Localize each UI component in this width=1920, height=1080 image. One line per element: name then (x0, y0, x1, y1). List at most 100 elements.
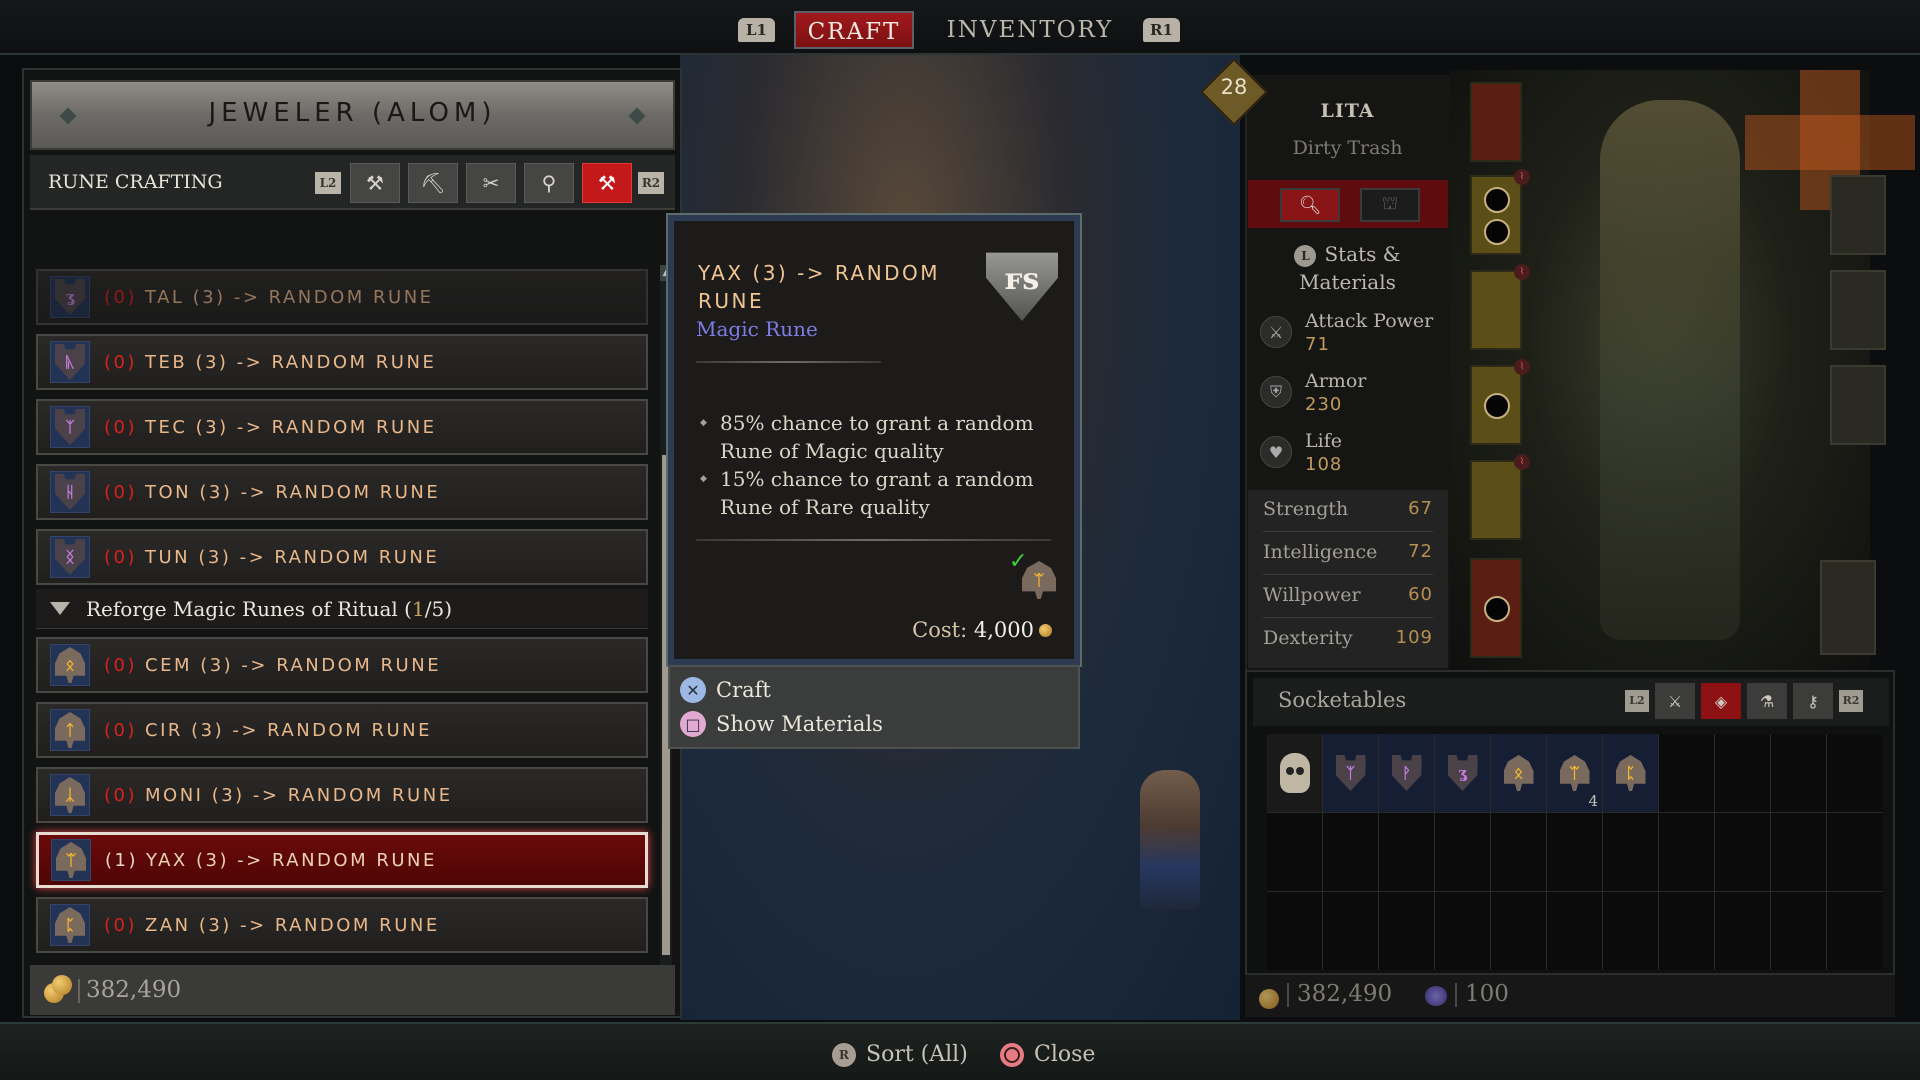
stat-name: Attack Power (1305, 310, 1434, 332)
player-character-in-world (1140, 770, 1200, 910)
stat-value: 108 (1305, 454, 1343, 475)
empty-cell[interactable] (1603, 892, 1658, 970)
ring-slot-2[interactable] (1830, 365, 1886, 445)
recipe-row-yax[interactable]: ᛠ (1) YAX (3) -> RANDOM RUNE (36, 832, 648, 888)
empty-cell[interactable] (1379, 813, 1434, 891)
empty-cell[interactable] (1827, 892, 1882, 970)
sort-action[interactable]: R Sort (All) (832, 1042, 968, 1067)
character-level: 28 (1220, 75, 1248, 99)
rune-icon: ᛉ (50, 406, 90, 448)
offhand-slot[interactable] (1820, 560, 1876, 655)
amulet-slot[interactable] (1830, 175, 1886, 255)
empty-cell[interactable] (1267, 892, 1322, 970)
potions-icon[interactable]: ⚗ (1747, 683, 1787, 719)
empty-cell[interactable] (1659, 734, 1714, 812)
recipe-row-tun[interactable]: ᛝ (0) TUN (3) -> RANDOM RUNE (36, 529, 648, 585)
crafting-panel: JEWELER (ALOM) RUNE CRAFTING L2 ⚒ ⛏ ✂ ⚲ … (22, 68, 682, 1018)
recipe-row-cir[interactable]: ᛏ (0) CIR (3) -> RANDOM RUNE (36, 702, 648, 758)
empty-cell[interactable] (1659, 892, 1714, 970)
door-icon[interactable]: ⛫ (1360, 188, 1420, 222)
rune-hammer-icon[interactable]: ⚒ (582, 163, 632, 203)
collapse-triangle-icon[interactable] (50, 602, 70, 615)
ritual-rune-icon: ᛈ (55, 907, 85, 943)
boots-slot[interactable]: ⌇ (1470, 454, 1530, 540)
empty-cell[interactable] (1715, 892, 1770, 970)
l1-button-hint[interactable]: L1 (738, 18, 775, 42)
gold-coin-icon (52, 975, 72, 995)
recipe-name: YAX (3) -> RANDOM RUNE (146, 849, 437, 871)
stat-value: 71 (1305, 334, 1330, 355)
tab-inventory[interactable]: INVENTORY (940, 11, 1120, 49)
skull-tongs-icon[interactable]: ✂ (466, 163, 516, 203)
attr-name: Willpower (1263, 584, 1361, 606)
empty-cell[interactable] (1323, 813, 1378, 891)
show-materials-action[interactable]: □ Show Materials (680, 711, 883, 737)
craft-action[interactable]: ✕ Craft (680, 677, 771, 703)
socketable-magic-rune[interactable]: ʓ (1435, 734, 1490, 812)
gold-coin-icon (1259, 989, 1279, 1009)
empty-cell[interactable] (1827, 734, 1882, 812)
r1-button-hint[interactable]: R1 (1143, 18, 1180, 42)
recipe-row-ton[interactable]: ᚺ (0) TON (3) -> RANDOM RUNE (36, 464, 648, 520)
empty-cell[interactable] (1771, 892, 1826, 970)
attr-value: 72 (1408, 541, 1433, 562)
empty-cell[interactable] (1323, 892, 1378, 970)
empty-cell[interactable] (1267, 813, 1322, 891)
empty-cell[interactable] (1547, 892, 1602, 970)
socketable-ritual-rune[interactable]: ᛈ (1603, 734, 1658, 812)
empty-cell[interactable] (1491, 892, 1546, 970)
empty-cell[interactable] (1659, 813, 1714, 891)
recipe-row-tec[interactable]: ᛉ (0) TEC (3) -> RANDOM RUNE (36, 399, 648, 455)
socketable-magic-rune[interactable]: ᚹ (1379, 734, 1434, 812)
empty-cell[interactable] (1715, 813, 1770, 891)
pants-slot[interactable]: ⌇ (1470, 359, 1530, 445)
ritual-rune-icon: ᛟ (55, 647, 85, 683)
l2-button-hint[interactable]: L2 (1625, 690, 1649, 712)
gloves-slot[interactable]: ⌇ (1470, 264, 1530, 350)
l2-button-hint[interactable]: L2 (315, 172, 341, 194)
recipe-row-moni[interactable]: ᛣ (0) MONI (3) -> RANDOM RUNE (36, 767, 648, 823)
empty-cell[interactable] (1715, 734, 1770, 812)
helm-slot[interactable] (1470, 82, 1522, 162)
ring-slot-1[interactable] (1830, 270, 1886, 350)
empty-cell[interactable] (1435, 892, 1490, 970)
tab-craft[interactable]: CRAFT (794, 11, 914, 49)
recipe-group-header[interactable]: Reforge Magic Runes of Ritual (1/5) (36, 589, 648, 629)
close-action[interactable]: Close (1000, 1042, 1095, 1067)
ring-plus-icon[interactable]: ⚲ (524, 163, 574, 203)
empty-cell[interactable] (1547, 813, 1602, 891)
weapon-slot[interactable] (1470, 558, 1522, 658)
recipe-row-cem[interactable]: ᛟ (0) CEM (3) -> RANDOM RUNE (36, 637, 648, 693)
socketable-skull[interactable] (1267, 734, 1322, 812)
recipe-row-teb[interactable]: ᚣ (0) TEB (3) -> RANDOM RUNE (36, 334, 648, 390)
empty-cell[interactable] (1491, 813, 1546, 891)
magic-rune-icon: ᚣ (55, 344, 85, 380)
key-icon[interactable]: ⚷ (1793, 683, 1833, 719)
gem-cut-icon[interactable]: ⛏ (408, 163, 458, 203)
effect-bullet: 85% chance to grant a random Rune of Mag… (696, 409, 1046, 465)
attr-value: 109 (1395, 627, 1433, 648)
r2-button-hint[interactable]: R2 (638, 172, 664, 194)
empty-cell[interactable] (1827, 813, 1882, 891)
empty-cell[interactable] (1379, 892, 1434, 970)
gem-icon[interactable]: ◈ (1701, 683, 1741, 719)
shield-icon: ⛨ (1260, 376, 1292, 408)
gem-hammer-icon[interactable]: ⚒ (350, 163, 400, 203)
weapons-icon[interactable]: ⚔ (1655, 683, 1695, 719)
top-tab-bar: L1 CRAFT INVENTORY R1 (0, 0, 1920, 55)
socketable-ritual-rune[interactable]: ᛟ (1491, 734, 1546, 812)
socketable-magic-rune[interactable]: ᛉ (1323, 734, 1378, 812)
tooltip-effects: 85% chance to grant a random Rune of Mag… (696, 409, 1046, 521)
empty-cell[interactable] (1771, 813, 1826, 891)
stats-materials-link[interactable]: L Stats & Materials (1245, 240, 1450, 296)
empty-cell[interactable] (1435, 813, 1490, 891)
r2-button-hint[interactable]: R2 (1839, 690, 1863, 712)
socketable-ritual-rune[interactable]: ᛠ4 (1547, 734, 1602, 812)
obol-icon (1425, 986, 1447, 1006)
empty-cell[interactable] (1603, 813, 1658, 891)
recipe-row-zan[interactable]: ᛈ (0) ZAN (3) -> RANDOM RUNE (36, 897, 648, 953)
recipe-row-tal[interactable]: ʓ (0) TAL (3) -> RANDOM RUNE (36, 269, 648, 325)
empty-cell[interactable] (1771, 734, 1826, 812)
magnifier-icon[interactable]: 🔍︎ (1280, 188, 1340, 222)
chest-slot[interactable]: ⌇ (1470, 169, 1530, 255)
